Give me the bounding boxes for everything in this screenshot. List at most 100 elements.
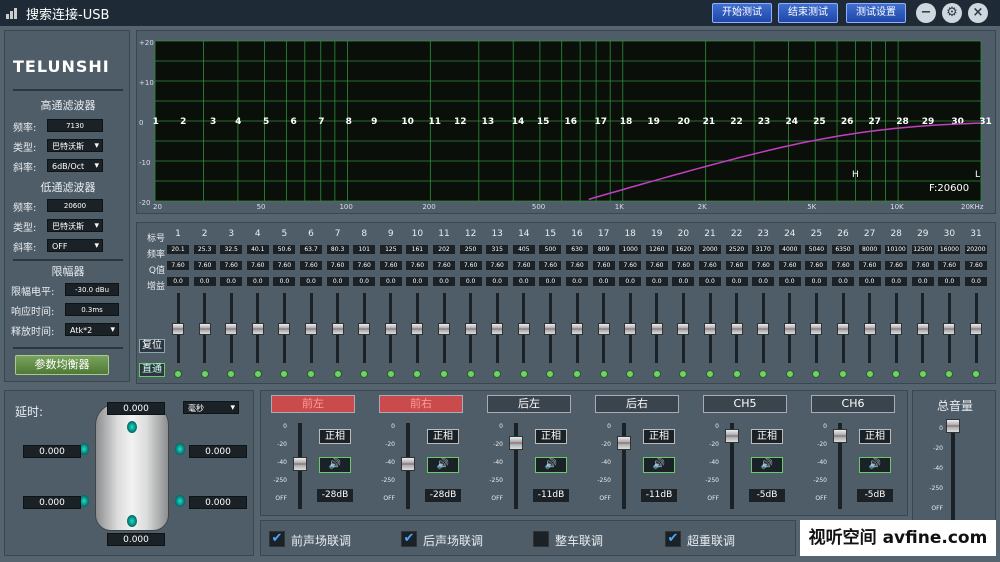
channel-slider-thumb[interactable] (509, 436, 523, 451)
band-q-field[interactable]: 7.60 (778, 261, 801, 270)
hpf-slope-select[interactable]: 6dB/Oct (47, 159, 103, 173)
close-icon[interactable]: × (968, 3, 988, 23)
bypass-button[interactable]: 直通 (139, 363, 165, 377)
band-gain-field[interactable]: 0.0 (486, 277, 509, 286)
limiter-level-field[interactable]: -30.0 dBu (65, 283, 119, 296)
band-gain-field[interactable]: 0.0 (566, 277, 588, 286)
band-gain-field[interactable]: 0.0 (300, 277, 322, 286)
band-q-field[interactable]: 7.60 (805, 261, 828, 270)
channel-slider-thumb[interactable] (293, 456, 307, 471)
band-slider-thumb[interactable] (491, 323, 504, 335)
band-q-field[interactable]: 7.60 (911, 261, 934, 270)
band-slider-thumb[interactable] (810, 323, 823, 335)
band-freq-field[interactable]: 20200 (965, 245, 987, 254)
band-freq-field[interactable]: 161 (406, 245, 429, 254)
band-freq-field[interactable]: 12500 (911, 245, 934, 254)
band-enable-led[interactable] (573, 370, 581, 378)
band-enable-led[interactable] (918, 370, 927, 378)
band-q-field[interactable]: 7.60 (459, 261, 482, 270)
band-enable-led[interactable] (626, 370, 635, 378)
band-q-field[interactable]: 7.60 (433, 261, 455, 270)
band-enable-led[interactable] (360, 370, 369, 378)
master-slider-track[interactable] (951, 425, 955, 521)
band-freq-field[interactable]: 32.5 (220, 245, 243, 254)
band-freq-field[interactable]: 405 (512, 245, 535, 254)
band-gain-field[interactable]: 0.0 (672, 277, 695, 286)
band-freq-field[interactable]: 6350 (832, 245, 854, 254)
lpf-freq-field[interactable]: 20600 (47, 199, 103, 212)
band-enable-led[interactable] (865, 370, 874, 378)
band-q-field[interactable]: 7.60 (965, 261, 987, 270)
band-q-field[interactable]: 7.60 (645, 261, 668, 270)
band-gain-field[interactable]: 0.0 (433, 277, 455, 286)
band-q-field[interactable]: 7.60 (353, 261, 376, 270)
band-q-field[interactable]: 7.60 (406, 261, 429, 270)
band-enable-led[interactable] (732, 370, 741, 378)
band-freq-field[interactable]: 5040 (805, 245, 828, 254)
band-q-field[interactable]: 7.60 (832, 261, 854, 270)
band-enable-led[interactable] (652, 370, 661, 378)
band-gain-field[interactable]: 0.0 (406, 277, 429, 286)
speaker-mute-icon[interactable]: 🔊 (319, 457, 351, 473)
band-slider-thumb[interactable] (677, 323, 690, 335)
delay-right-rear-field[interactable]: 0.000 (189, 496, 247, 509)
band-freq-field[interactable]: 630 (566, 245, 588, 254)
phase-button[interactable]: 正相 (535, 429, 567, 444)
band-gain-field[interactable]: 0.0 (619, 277, 642, 286)
speaker-mute-icon[interactable]: 🔊 (859, 457, 891, 473)
band-slider-thumb[interactable] (544, 323, 557, 335)
band-enable-led[interactable] (200, 370, 209, 378)
channel-name-button[interactable]: CH6 (811, 395, 895, 413)
band-gain-field[interactable]: 0.0 (832, 277, 854, 286)
speaker-mute-icon[interactable]: 🔊 (427, 457, 459, 473)
band-q-field[interactable]: 7.60 (938, 261, 961, 270)
band-gain-field[interactable]: 0.0 (911, 277, 934, 286)
band-enable-led[interactable] (706, 370, 714, 378)
band-freq-field[interactable]: 2000 (699, 245, 721, 254)
band-slider-thumb[interactable] (704, 323, 716, 335)
band-freq-field[interactable]: 40.1 (246, 245, 269, 254)
band-enable-led[interactable] (227, 370, 236, 378)
delay-front-field[interactable]: 0.000 (107, 402, 165, 415)
phase-button[interactable]: 正相 (319, 429, 351, 444)
band-slider-thumb[interactable] (384, 323, 397, 335)
band-gain-field[interactable]: 0.0 (459, 277, 482, 286)
band-slider-thumb[interactable] (650, 323, 663, 335)
band-q-field[interactable]: 7.60 (167, 261, 189, 270)
band-enable-led[interactable] (413, 370, 422, 378)
band-enable-led[interactable] (945, 370, 954, 378)
speaker-mute-icon[interactable]: 🔊 (751, 457, 783, 473)
band-enable-led[interactable] (174, 370, 182, 378)
band-q-field[interactable]: 7.60 (193, 261, 216, 270)
band-freq-field[interactable]: 50.6 (273, 245, 296, 254)
band-gain-field[interactable]: 0.0 (326, 277, 349, 286)
band-freq-field[interactable]: 1000 (619, 245, 642, 254)
band-gain-field[interactable]: 0.0 (699, 277, 721, 286)
band-freq-field[interactable]: 8000 (858, 245, 881, 254)
band-enable-led[interactable] (546, 370, 555, 378)
band-enable-led[interactable] (333, 370, 342, 378)
band-slider-thumb[interactable] (305, 323, 317, 335)
band-gain-field[interactable]: 0.0 (725, 277, 748, 286)
channel-name-button[interactable]: 前右 (379, 395, 463, 413)
band-gain-field[interactable]: 0.0 (778, 277, 801, 286)
band-enable-led[interactable] (466, 370, 475, 378)
band-slider-thumb[interactable] (783, 323, 796, 335)
link-checkbox[interactable]: ✔ (665, 531, 681, 547)
delay-left-rear-field[interactable]: 0.000 (23, 496, 81, 509)
minimize-icon[interactable]: − (916, 3, 936, 23)
band-q-field[interactable]: 7.60 (512, 261, 535, 270)
band-enable-led[interactable] (307, 370, 315, 378)
channel-slider-thumb[interactable] (401, 456, 415, 471)
band-q-field[interactable]: 7.60 (246, 261, 269, 270)
band-slider-thumb[interactable] (916, 323, 929, 335)
band-freq-field[interactable]: 1260 (645, 245, 668, 254)
band-q-field[interactable]: 7.60 (672, 261, 695, 270)
band-enable-led[interactable] (972, 370, 980, 378)
band-gain-field[interactable]: 0.0 (752, 277, 775, 286)
band-freq-field[interactable]: 80.3 (326, 245, 349, 254)
band-q-field[interactable]: 7.60 (619, 261, 642, 270)
attack-field[interactable]: 0.3ms (65, 303, 119, 316)
band-gain-field[interactable]: 0.0 (220, 277, 243, 286)
band-gain-field[interactable]: 0.0 (938, 277, 961, 286)
